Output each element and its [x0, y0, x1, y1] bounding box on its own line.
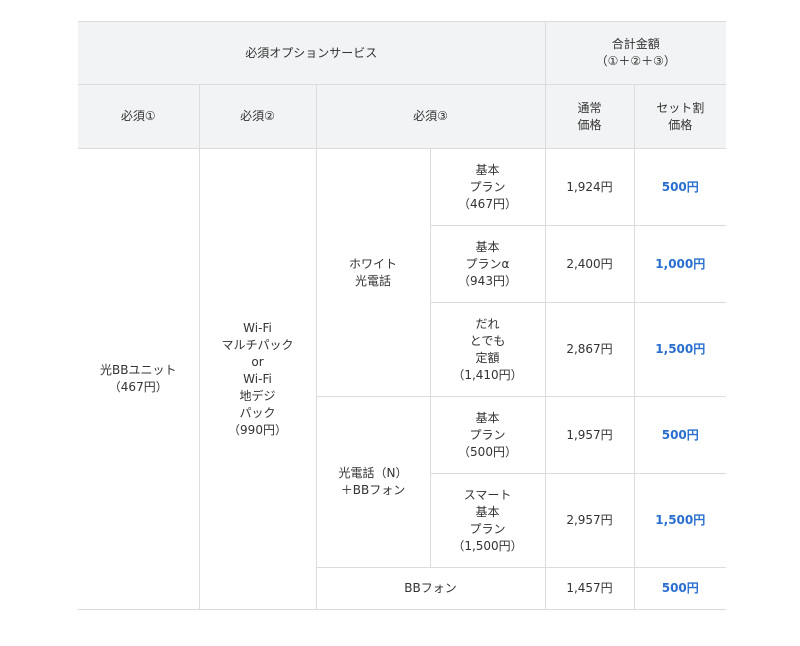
plan-cell: 基本 プラン （500円） — [429, 396, 546, 474]
set-price-header: セット割 価格 — [633, 84, 727, 149]
req1-header: 必須① — [78, 84, 200, 149]
regular-price-cell: 2,400円 — [544, 225, 635, 303]
options-group-header: 必須オプションサービス — [78, 21, 546, 85]
set-price-cell: 500円 — [633, 567, 727, 610]
white-phone-cell: ホワイト 光電話 — [315, 148, 431, 397]
total-group-header: 合計金額 （①＋②＋③） — [544, 21, 727, 85]
regular-price-header: 通常 価格 — [544, 84, 635, 149]
table-row: 光BBユニット （467円） Wi-Fi マルチパック or Wi-Fi 地デジ… — [78, 148, 727, 610]
set-price-cell: 1,500円 — [633, 473, 727, 568]
wifi-option-cell: Wi-Fi マルチパック or Wi-Fi 地デジ パック （990円） — [198, 148, 317, 610]
set-price-cell: 1,000円 — [633, 225, 727, 303]
header-row-2: 必須① 必須② 必須③ 通常 価格 セット割 価格 — [78, 84, 727, 149]
set-price-cell: 1,500円 — [633, 302, 727, 397]
plan-cell: だれ とでも 定額 （1,410円） — [430, 302, 546, 397]
regular-price-cell: 1,924円 — [544, 148, 635, 226]
regular-price-cell: 2,867円 — [544, 302, 635, 397]
plan-cell: 基本 プラン （467円） — [429, 148, 546, 226]
bbphone-cell: BBフォン — [316, 567, 546, 610]
unit-cell: 光BBユニット （467円） — [78, 148, 200, 610]
regular-price-cell: 2,957円 — [544, 473, 635, 568]
regular-price-cell: 1,957円 — [544, 396, 635, 474]
header-row-1: 必須オプションサービス 合計金額 （①＋②＋③） — [78, 21, 727, 85]
price-table: 必須オプションサービス 合計金額 （①＋②＋③） 必須① 必須② 必須③ 通常 … — [78, 21, 727, 610]
req3-header: 必須③ — [315, 84, 546, 149]
plan-cell: 基本 プランα （943円） — [430, 225, 546, 303]
set-price-cell: 500円 — [633, 148, 727, 226]
req2-header: 必須② — [198, 84, 317, 149]
hikari-n-bbphone-cell: 光電話（N） ＋BBフォン — [316, 396, 431, 568]
regular-price-cell: 1,457円 — [544, 567, 635, 610]
plan-cell: スマート 基本 プラン （1,500円） — [430, 473, 546, 568]
set-price-cell: 500円 — [633, 396, 727, 474]
